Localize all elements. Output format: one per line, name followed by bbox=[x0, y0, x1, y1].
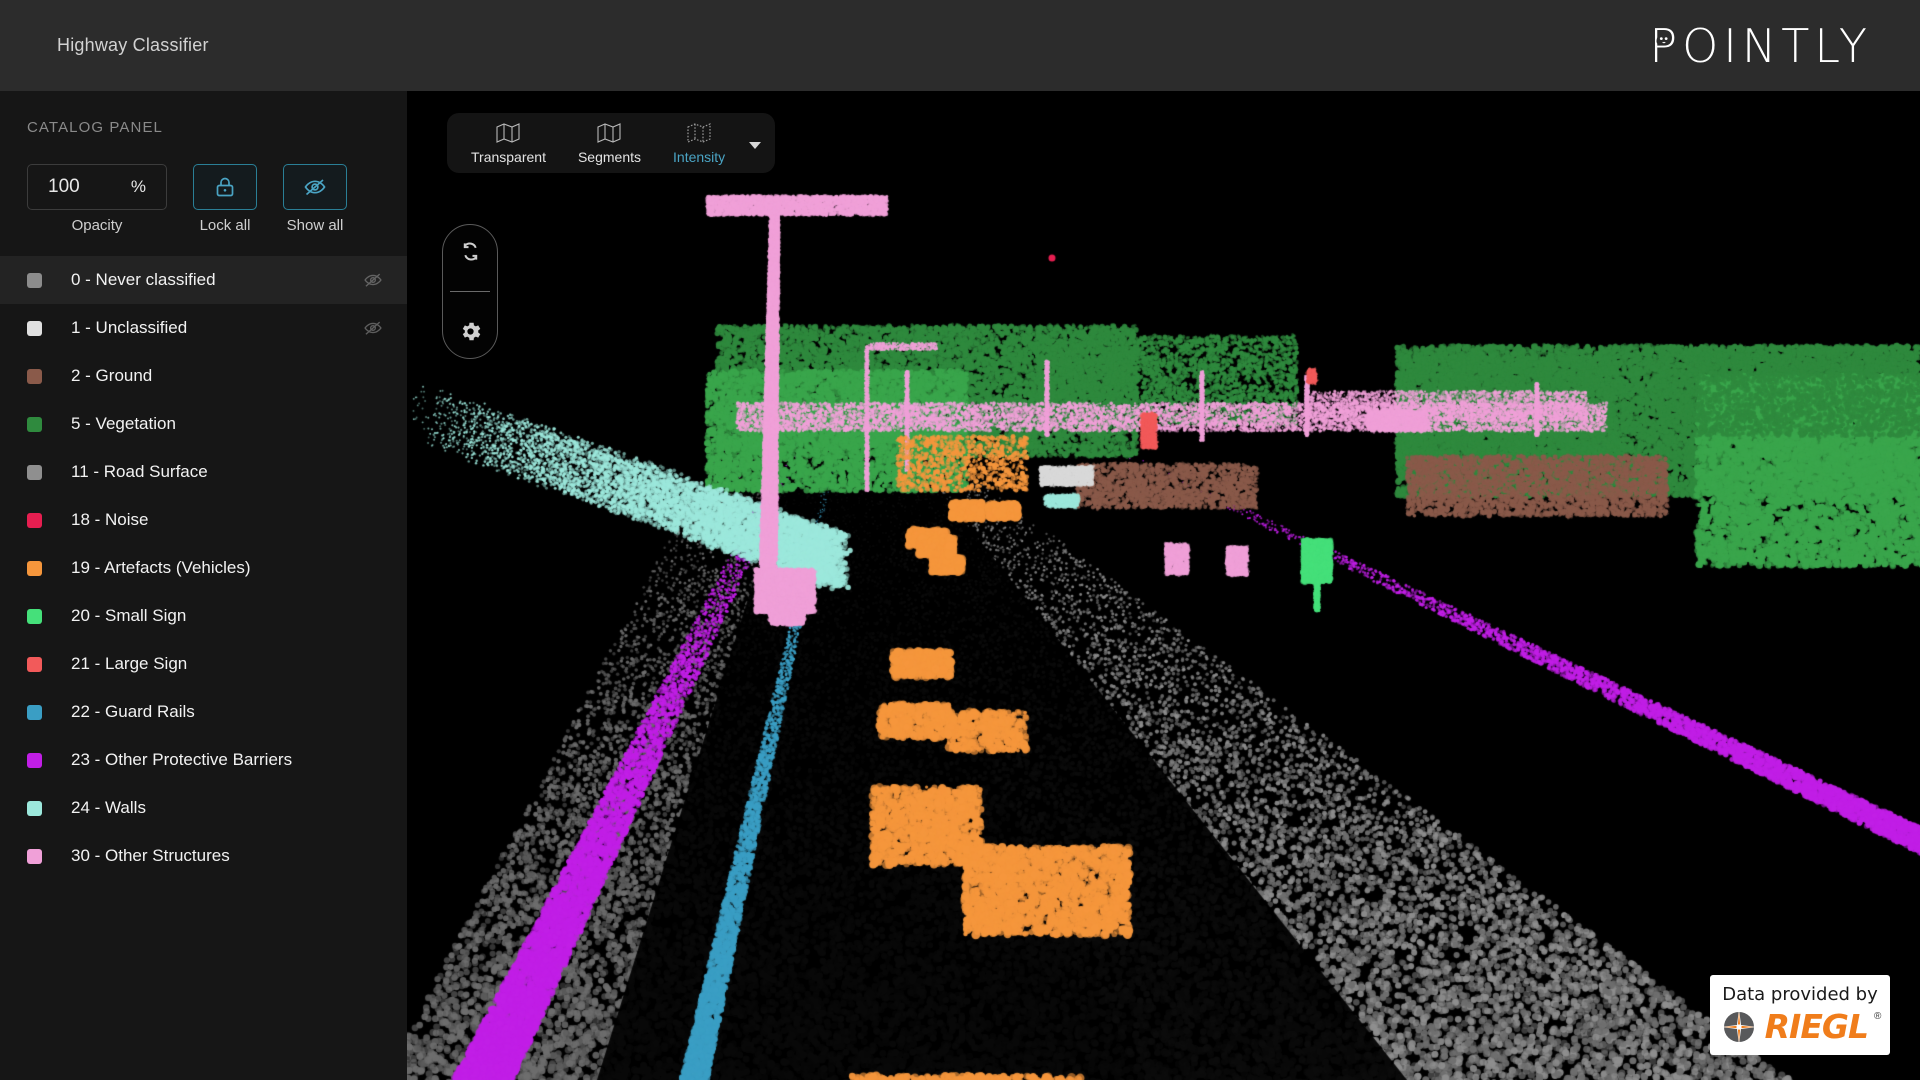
class-color-swatch[interactable] bbox=[27, 561, 42, 576]
class-list-item[interactable]: 22 - Guard Rails bbox=[0, 688, 407, 736]
class-color-swatch[interactable] bbox=[27, 273, 42, 288]
class-list: 0 - Never classified 1 - Unclassified 2 - … bbox=[0, 256, 407, 880]
class-color-swatch[interactable] bbox=[27, 513, 42, 528]
class-label: 30 - Other Structures bbox=[71, 846, 230, 866]
eye-off-icon[interactable] bbox=[363, 270, 383, 290]
class-list-item[interactable]: 30 - Other Structures bbox=[0, 832, 407, 880]
opacity-input-wrapper[interactable]: % bbox=[27, 164, 167, 210]
class-label: 2 - Ground bbox=[71, 366, 152, 386]
pointly-dog-icon bbox=[1653, 29, 1674, 50]
class-label: 24 - Walls bbox=[71, 798, 146, 818]
render-mode-transparent[interactable]: Transparent bbox=[457, 117, 560, 169]
class-label: 5 - Vegetation bbox=[71, 414, 176, 434]
data-attribution-badge: Data provided by RIEGL ® bbox=[1710, 975, 1890, 1055]
pointcloud-viewport[interactable]: Transparent Segments Intensity Data provid… bbox=[407, 91, 1920, 1080]
attribution-line1: Data provided by bbox=[1722, 984, 1878, 1005]
app-header: Highway Classifier POINTLY bbox=[0, 0, 1920, 91]
class-list-item[interactable]: 23 - Other Protective Barriers bbox=[0, 736, 407, 784]
map-outline-icon bbox=[596, 122, 622, 144]
class-list-item[interactable]: 21 - Large Sign bbox=[0, 640, 407, 688]
show-all-button[interactable] bbox=[283, 164, 347, 210]
class-color-swatch[interactable] bbox=[27, 849, 42, 864]
lock-icon bbox=[213, 175, 237, 199]
chevron-down-icon[interactable] bbox=[749, 142, 761, 149]
class-list-item[interactable]: 1 - Unclassified bbox=[0, 304, 407, 352]
class-label: 23 - Other Protective Barriers bbox=[71, 750, 292, 770]
render-mode-intensity[interactable]: Intensity bbox=[659, 117, 739, 169]
attribution-brand: RIEGL bbox=[1765, 1007, 1868, 1046]
class-visibility-toggle[interactable] bbox=[363, 318, 383, 338]
class-color-swatch[interactable] bbox=[27, 417, 42, 432]
render-mode-toolbar: Transparent Segments Intensity bbox=[447, 113, 775, 173]
class-color-swatch[interactable] bbox=[27, 801, 42, 816]
project-title: Highway Classifier bbox=[57, 35, 209, 56]
class-list-item[interactable]: 19 - Artefacts (Vehicles) bbox=[0, 544, 407, 592]
map-dotted-icon bbox=[686, 122, 712, 144]
class-color-swatch[interactable] bbox=[27, 465, 42, 480]
class-color-swatch[interactable] bbox=[27, 609, 42, 624]
map-outline-icon bbox=[495, 122, 521, 144]
class-list-item[interactable]: 2 - Ground bbox=[0, 352, 407, 400]
opacity-input[interactable] bbox=[48, 176, 108, 198]
render-mode-label: Intensity bbox=[673, 149, 725, 165]
registered-mark: ® bbox=[1874, 1011, 1881, 1022]
class-label: 1 - Unclassified bbox=[71, 318, 187, 338]
attribution-logo-row: RIEGL ® bbox=[1719, 1007, 1882, 1047]
lock-all-button[interactable] bbox=[193, 164, 257, 210]
class-list-item[interactable]: 20 - Small Sign bbox=[0, 592, 407, 640]
class-list-item[interactable]: 11 - Road Surface bbox=[0, 448, 407, 496]
app-root: Highway Classifier POINTLY CATALOG PANEL… bbox=[0, 0, 1920, 1080]
class-list-item[interactable]: 18 - Noise bbox=[0, 496, 407, 544]
class-color-swatch[interactable] bbox=[27, 657, 42, 672]
class-list-item[interactable]: 5 - Vegetation bbox=[0, 400, 407, 448]
class-color-swatch[interactable] bbox=[27, 753, 42, 768]
render-mode-label: Segments bbox=[578, 149, 641, 165]
class-visibility-toggle[interactable] bbox=[363, 270, 383, 290]
class-label: 0 - Never classified bbox=[71, 270, 216, 290]
catalog-sidebar: CATALOG PANEL % Opacity Lock all bbox=[0, 91, 407, 1080]
gear-icon[interactable] bbox=[458, 319, 483, 344]
class-label: 21 - Large Sign bbox=[71, 654, 187, 674]
catalog-controls: % Opacity Lock all bbox=[27, 164, 407, 234]
class-color-swatch[interactable] bbox=[27, 705, 42, 720]
show-all-caption: Show all bbox=[287, 217, 344, 234]
class-list-item[interactable]: 0 - Never classified bbox=[0, 256, 407, 304]
class-color-swatch[interactable] bbox=[27, 321, 42, 336]
class-label: 18 - Noise bbox=[71, 510, 148, 530]
pointcloud-canvas[interactable] bbox=[407, 91, 1920, 1080]
eye-off-icon bbox=[303, 175, 327, 199]
opacity-control: % Opacity bbox=[27, 164, 167, 234]
sync-icon[interactable] bbox=[458, 239, 483, 264]
lock-all-caption: Lock all bbox=[200, 217, 251, 234]
brand-wordmark: POINTLY bbox=[1649, 19, 1872, 73]
class-label: 19 - Artefacts (Vehicles) bbox=[71, 558, 251, 578]
class-label: 11 - Road Surface bbox=[71, 462, 208, 482]
catalog-panel-title: CATALOG PANEL bbox=[27, 119, 407, 136]
eye-off-icon[interactable] bbox=[363, 318, 383, 338]
show-all-control: Show all bbox=[283, 164, 347, 234]
opacity-unit: % bbox=[131, 177, 146, 197]
class-color-swatch[interactable] bbox=[27, 369, 42, 384]
render-mode-label: Transparent bbox=[471, 149, 546, 165]
pointly-logo: POINTLY bbox=[1649, 19, 1872, 73]
viewport-tool-pill bbox=[442, 224, 498, 359]
class-list-item[interactable]: 24 - Walls bbox=[0, 784, 407, 832]
opacity-caption: Opacity bbox=[72, 217, 123, 234]
render-mode-segments[interactable]: Segments bbox=[564, 117, 655, 169]
class-label: 20 - Small Sign bbox=[71, 606, 186, 626]
lock-all-control: Lock all bbox=[193, 164, 257, 234]
class-label: 22 - Guard Rails bbox=[71, 702, 195, 722]
tool-pill-divider bbox=[450, 291, 490, 292]
riegl-target-icon bbox=[1719, 1007, 1759, 1047]
